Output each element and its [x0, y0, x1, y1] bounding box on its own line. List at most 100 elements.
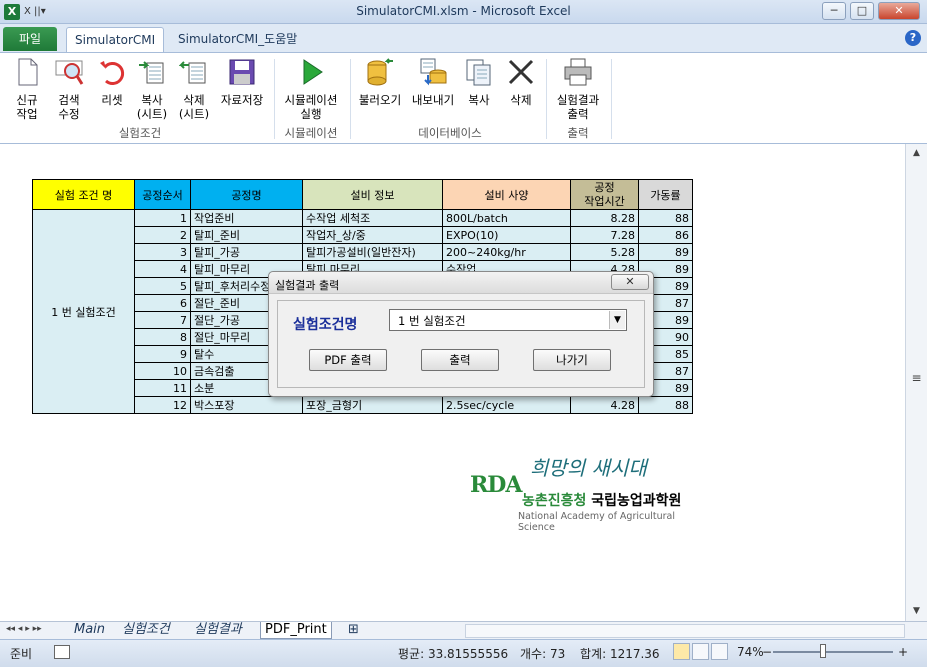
equipment-spec-cell[interactable]: 2.5sec/cycle [442, 396, 571, 414]
zoom-slider[interactable] [773, 651, 893, 653]
sheet-nav-arrows[interactable]: ◂◂ ◂ ▸ ▸▸ [6, 624, 42, 634]
search-edit-button[interactable]: 검색 수정 [52, 57, 86, 121]
ribbon-separator [274, 59, 275, 139]
condition-combobox-value: 1 번 실험조건 [398, 314, 466, 328]
tab-simulatorcmi-help[interactable]: SimulatorCMI_도움말 [170, 27, 305, 52]
process-order-cell[interactable]: 1 [134, 209, 191, 227]
process-order-cell[interactable]: 8 [134, 328, 191, 346]
copy-sheet-button[interactable]: 복사 (시트) [135, 57, 169, 121]
print-result-dialog: 실험결과 출력 ✕ 실험조건명 1 번 실험조건 ▼ PDF 출력 출력 나가기 [268, 271, 654, 397]
logo-org-english: National Academy of Agricultural Science [518, 511, 676, 533]
status-bar: 준비 평균: 33.81555556 개수: 73 합계: 1217.36 74… [0, 639, 927, 667]
play-icon [296, 57, 326, 87]
process-name-cell[interactable]: 박스포장 [190, 396, 303, 414]
macro-record-icon[interactable] [54, 645, 70, 659]
db-export-button[interactable]: 내보내기 [408, 57, 458, 107]
db-copy-label: 복사 [468, 93, 490, 107]
print-result-button[interactable]: 실험결과 출력 [551, 57, 605, 121]
utilization-cell[interactable]: 86 [638, 226, 693, 244]
horizontal-scrollbar[interactable] [465, 624, 905, 638]
sheet-tab-experiment-results[interactable]: 실험결과 [190, 622, 246, 639]
minimize-button[interactable]: ─ [822, 2, 846, 20]
table-row: 1 번 실험조건 1 작업준비 수작업 세척조 800L/batch 8.28 88 [32, 209, 693, 414]
equipment-info-cell[interactable]: 작업자_상/중 [302, 226, 443, 244]
scroll-down-arrow[interactable]: ▼ [909, 604, 924, 619]
process-order-cell[interactable]: 6 [134, 294, 191, 312]
dialog-close-button[interactable]: ✕ [611, 274, 649, 290]
process-order-cell[interactable]: 5 [134, 277, 191, 295]
dialog-title: 실험결과 출력 [275, 279, 340, 292]
process-order-cell[interactable]: 7 [134, 311, 191, 329]
status-sum: 합계: 1217.36 [580, 647, 660, 661]
normal-view-icon[interactable] [673, 643, 690, 660]
equipment-info-cell[interactable]: 포장_금형기 [302, 396, 443, 414]
zoom-slider-thumb[interactable] [820, 644, 826, 658]
maximize-button[interactable]: □ [850, 2, 874, 20]
process-time-cell[interactable]: 4.28 [570, 396, 639, 414]
process-order-cell[interactable]: 3 [134, 243, 191, 261]
process-order-cell[interactable]: 9 [134, 345, 191, 363]
close-button[interactable]: ✕ [878, 2, 920, 20]
db-copy-button[interactable]: 복사 [462, 57, 496, 107]
process-order-cell[interactable]: 12 [134, 396, 191, 414]
sheet-tab-main[interactable]: Main [70, 622, 109, 639]
save-icon [227, 57, 257, 87]
exit-button[interactable]: 나가기 [533, 349, 611, 371]
utilization-cell[interactable]: 88 [638, 209, 693, 227]
condition-name-cell[interactable]: 1 번 실험조건 [32, 209, 135, 414]
tab-simulatorcmi[interactable]: SimulatorCMI [66, 27, 165, 52]
copy-sheet-label: 복사 (시트) [136, 93, 168, 121]
run-simulation-button[interactable]: 시뮬레이션 실행 [278, 57, 344, 121]
utilization-cell[interactable]: 89 [638, 243, 693, 261]
print-output-button[interactable]: 출력 [421, 349, 499, 371]
db-load-label: 불러오기 [358, 93, 402, 107]
pdf-output-button[interactable]: PDF 출력 [309, 349, 387, 371]
ribbon-right-controls[interactable]: ? [905, 30, 921, 46]
sheet-tab-experiment-conditions[interactable]: 실험조건 [118, 622, 174, 639]
zoom-out-button[interactable]: − [762, 645, 772, 659]
equipment-info-cell[interactable]: 수작업 세척조 [302, 209, 443, 227]
chevron-down-icon[interactable]: ▼ [609, 311, 625, 329]
zoom-in-button[interactable]: + [898, 645, 908, 659]
header-process-name: 공정명 [190, 179, 303, 210]
dialog-title-bar[interactable]: 실험결과 출력 ✕ [269, 272, 653, 294]
printer-icon [563, 57, 593, 87]
equipment-info-cell[interactable]: 탈피가공설비(일반잔자) [302, 243, 443, 261]
page-layout-view-icon[interactable] [692, 643, 709, 660]
process-time-cell[interactable]: 8.28 [570, 209, 639, 227]
new-work-button[interactable]: 신규 작업 [10, 57, 44, 121]
process-order-cell[interactable]: 10 [134, 362, 191, 380]
scroll-up-arrow[interactable]: ▲ [909, 146, 924, 161]
process-name-cell[interactable]: 탈피_가공 [190, 243, 303, 261]
process-name-cell[interactable]: 탈피_준비 [190, 226, 303, 244]
equipment-spec-cell[interactable]: 200~240kg/hr [442, 243, 571, 261]
page-break-view-icon[interactable] [711, 643, 728, 660]
sheet-tab-pdf-print[interactable]: PDF_Print [260, 622, 332, 639]
delete-sheet-button[interactable]: 삭제 (시트) [177, 57, 211, 121]
tab-file[interactable]: 파일 [3, 27, 57, 51]
reset-button[interactable]: 리셋 [95, 57, 129, 107]
insert-sheet-icon[interactable]: ⊞ [344, 622, 363, 639]
condition-combobox[interactable]: 1 번 실험조건 ▼ [389, 309, 627, 331]
equipment-spec-cell[interactable]: EXPO(10) [442, 226, 571, 244]
process-name-cell[interactable]: 작업준비 [190, 209, 303, 227]
process-order-cell[interactable]: 2 [134, 226, 191, 244]
process-order-cell[interactable]: 4 [134, 260, 191, 278]
equipment-spec-cell[interactable]: 800L/batch [442, 209, 571, 227]
scroll-thumb-grip[interactable]: ≡ [909, 371, 924, 386]
process-order-cell[interactable]: 11 [134, 379, 191, 397]
header-equipment-info: 설비 정보 [302, 179, 443, 210]
db-delete-button[interactable]: 삭제 [504, 57, 538, 107]
process-time-cell[interactable]: 7.28 [570, 226, 639, 244]
help-icon[interactable]: ? [905, 30, 921, 46]
delete-sheet-label: 삭제 (시트) [178, 93, 210, 121]
save-data-label: 자료저장 [220, 93, 264, 107]
save-data-button[interactable]: 자료저장 [216, 57, 268, 107]
table-header-row: 실험 조건 명 공정순서 공정명 설비 정보 설비 사양 공정 작업시간 가동률 [32, 179, 693, 210]
zoom-level[interactable]: 74% [737, 645, 764, 659]
db-load-button[interactable]: 불러오기 [354, 57, 406, 107]
db-load-icon [365, 57, 395, 87]
vertical-scrollbar[interactable]: ▲ ≡ ▼ [905, 144, 927, 621]
utilization-cell[interactable]: 88 [638, 396, 693, 414]
process-time-cell[interactable]: 5.28 [570, 243, 639, 261]
